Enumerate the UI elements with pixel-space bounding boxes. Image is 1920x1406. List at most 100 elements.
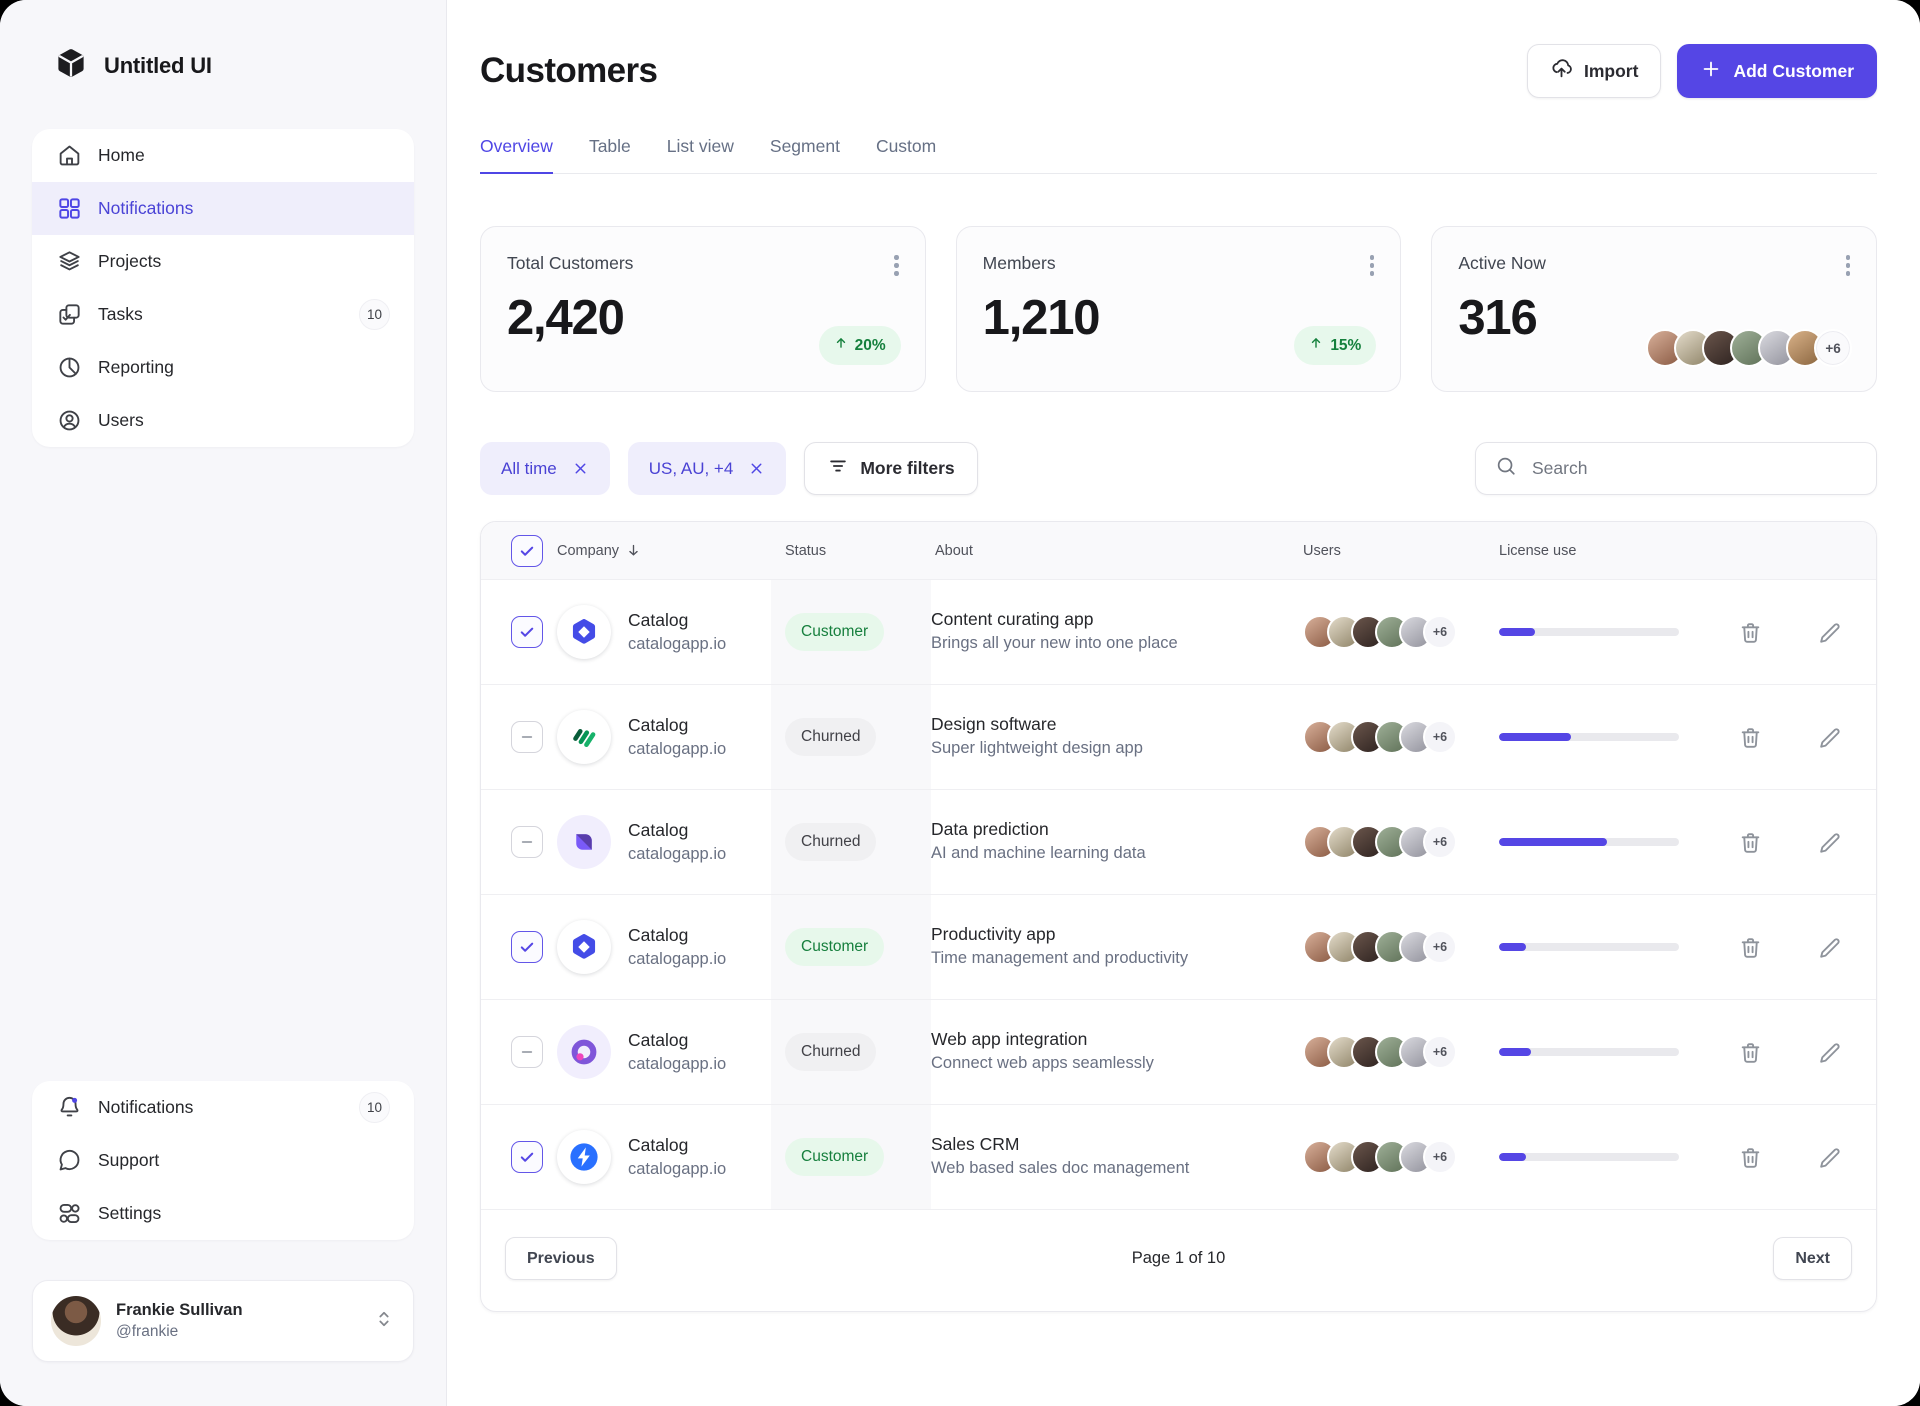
- avatar-group: +6: [1303, 615, 1457, 649]
- row-checkbox[interactable]: [511, 1036, 543, 1068]
- more-filters-button[interactable]: More filters: [804, 442, 977, 495]
- edit-button[interactable]: [1813, 721, 1846, 754]
- table-row: Catalogcatalogapp.io Churned Web app int…: [481, 999, 1876, 1104]
- sidebar-item-projects[interactable]: Projects: [32, 235, 414, 288]
- avatar-group: +6: [1303, 930, 1457, 964]
- delete-button[interactable]: [1734, 931, 1767, 964]
- avatar-group: +6: [1303, 1140, 1457, 1174]
- sidebar-item-support[interactable]: Support: [32, 1134, 414, 1187]
- about-subtitle: Super lightweight design app: [931, 739, 1143, 757]
- sidebar-item-label: Notifications: [98, 198, 193, 219]
- arrow-up-icon: [1309, 336, 1323, 355]
- row-checkbox[interactable]: [511, 616, 543, 648]
- about-title: Design software: [931, 714, 1056, 734]
- next-page-button[interactable]: Next: [1773, 1237, 1852, 1280]
- edit-button[interactable]: [1813, 1141, 1846, 1174]
- tab-custom[interactable]: Custom: [876, 136, 936, 173]
- sidebar-item-label: Projects: [98, 251, 161, 272]
- stats-cards: Total Customers 2,420 20% Members 1,210 …: [480, 226, 1877, 392]
- about-title: Content curating app: [931, 609, 1093, 629]
- tab-table[interactable]: Table: [589, 136, 631, 173]
- add-customer-button[interactable]: Add Customer: [1677, 44, 1877, 98]
- table-row: Catalogcatalogapp.io Churned Design soft…: [481, 684, 1876, 789]
- edit-button[interactable]: [1813, 826, 1846, 859]
- filter-chip-countries[interactable]: US, AU, +4: [628, 442, 787, 495]
- avatar: [51, 1296, 101, 1346]
- column-header-company[interactable]: Company: [557, 542, 642, 559]
- sidebar: Untitled UI Home Notifications Projects …: [0, 0, 447, 1406]
- profile-name: Frankie Sullivan: [116, 1300, 243, 1321]
- sidebar-item-tasks[interactable]: Tasks 10: [32, 288, 414, 341]
- import-button[interactable]: Import: [1527, 44, 1661, 98]
- about-title: Productivity app: [931, 924, 1056, 944]
- status-badge: Customer: [785, 1138, 884, 1176]
- close-icon[interactable]: [572, 460, 589, 477]
- sidebar-item-users[interactable]: Users: [32, 394, 414, 447]
- main-content: Customers Import Add Customer Overview T…: [447, 0, 1920, 1406]
- tab-list-view[interactable]: List view: [667, 136, 734, 173]
- sidebar-item-notifications[interactable]: Notifications: [32, 182, 414, 235]
- pie-chart-icon: [56, 355, 82, 381]
- delete-button[interactable]: [1734, 826, 1767, 859]
- cube-logo-icon: [54, 46, 88, 85]
- kebab-menu-icon[interactable]: [890, 251, 903, 280]
- search-box: [1475, 442, 1877, 495]
- filter-bar: All time US, AU, +4 More filters: [480, 442, 1877, 495]
- company-domain: catalogapp.io: [628, 740, 726, 758]
- sidebar-item-label: Settings: [98, 1203, 161, 1224]
- edit-button[interactable]: [1813, 1036, 1846, 1069]
- customers-table: Company Status About Users License use C…: [480, 521, 1877, 1312]
- kebab-menu-icon[interactable]: [1842, 251, 1855, 280]
- table-header: Company Status About Users License use: [481, 522, 1876, 579]
- filter-chip-all-time[interactable]: All time: [480, 442, 610, 495]
- company-domain: catalogapp.io: [628, 1160, 726, 1178]
- bell-icon: [56, 1095, 82, 1121]
- edit-button[interactable]: [1813, 616, 1846, 649]
- sidebar-item-home[interactable]: Home: [32, 129, 414, 182]
- stat-card-total-customers: Total Customers 2,420 20%: [480, 226, 926, 392]
- arrow-up-icon: [834, 336, 848, 355]
- column-header-license: License use: [1499, 543, 1576, 559]
- license-progress-bar: [1499, 628, 1679, 636]
- delete-button[interactable]: [1734, 1141, 1767, 1174]
- app-logo: Untitled UI: [32, 46, 414, 85]
- sidebar-item-label: Home: [98, 145, 145, 166]
- row-checkbox[interactable]: [511, 826, 543, 858]
- tab-overview[interactable]: Overview: [480, 136, 553, 174]
- previous-page-button[interactable]: Previous: [505, 1237, 617, 1280]
- delete-button[interactable]: [1734, 721, 1767, 754]
- filter-lines-icon: [827, 455, 849, 482]
- edit-button[interactable]: [1813, 931, 1846, 964]
- change-badge: 20%: [819, 326, 901, 365]
- select-all-checkbox[interactable]: [511, 535, 543, 567]
- sidebar-item-settings[interactable]: Settings: [32, 1187, 414, 1240]
- license-progress-bar: [1499, 733, 1679, 741]
- close-icon[interactable]: [748, 460, 765, 477]
- about-title: Web app integration: [931, 1029, 1087, 1049]
- row-checkbox[interactable]: [511, 931, 543, 963]
- company-logo-bolt: [557, 1130, 611, 1184]
- profile-card[interactable]: Frankie Sullivan @frankie: [32, 1280, 414, 1362]
- table-row: Catalogcatalogapp.io Customer Content cu…: [481, 579, 1876, 684]
- delete-button[interactable]: [1734, 616, 1767, 649]
- plus-icon: [1700, 58, 1722, 85]
- sidebar-item-reporting[interactable]: Reporting: [32, 341, 414, 394]
- row-checkbox[interactable]: [511, 1141, 543, 1173]
- trash-icon: [1738, 935, 1763, 960]
- search-input[interactable]: [1530, 457, 1857, 480]
- table-row: Catalogcatalogapp.io Churned Data predic…: [481, 789, 1876, 894]
- user-circle-icon: [56, 408, 82, 434]
- sidebar-item-notifications-bottom[interactable]: Notifications 10: [32, 1081, 414, 1134]
- tab-segment[interactable]: Segment: [770, 136, 840, 173]
- column-header-status: Status: [785, 543, 826, 559]
- pencil-icon: [1817, 830, 1842, 855]
- company-logo-swoosh: [557, 710, 611, 764]
- kebab-menu-icon[interactable]: [1366, 251, 1379, 280]
- row-checkbox[interactable]: [511, 721, 543, 753]
- sliders-icon: [56, 1201, 82, 1227]
- license-progress-bar: [1499, 1048, 1679, 1056]
- avatar-overflow-count: +6: [1814, 329, 1852, 367]
- trash-icon: [1738, 830, 1763, 855]
- license-progress-bar: [1499, 1153, 1679, 1161]
- delete-button[interactable]: [1734, 1036, 1767, 1069]
